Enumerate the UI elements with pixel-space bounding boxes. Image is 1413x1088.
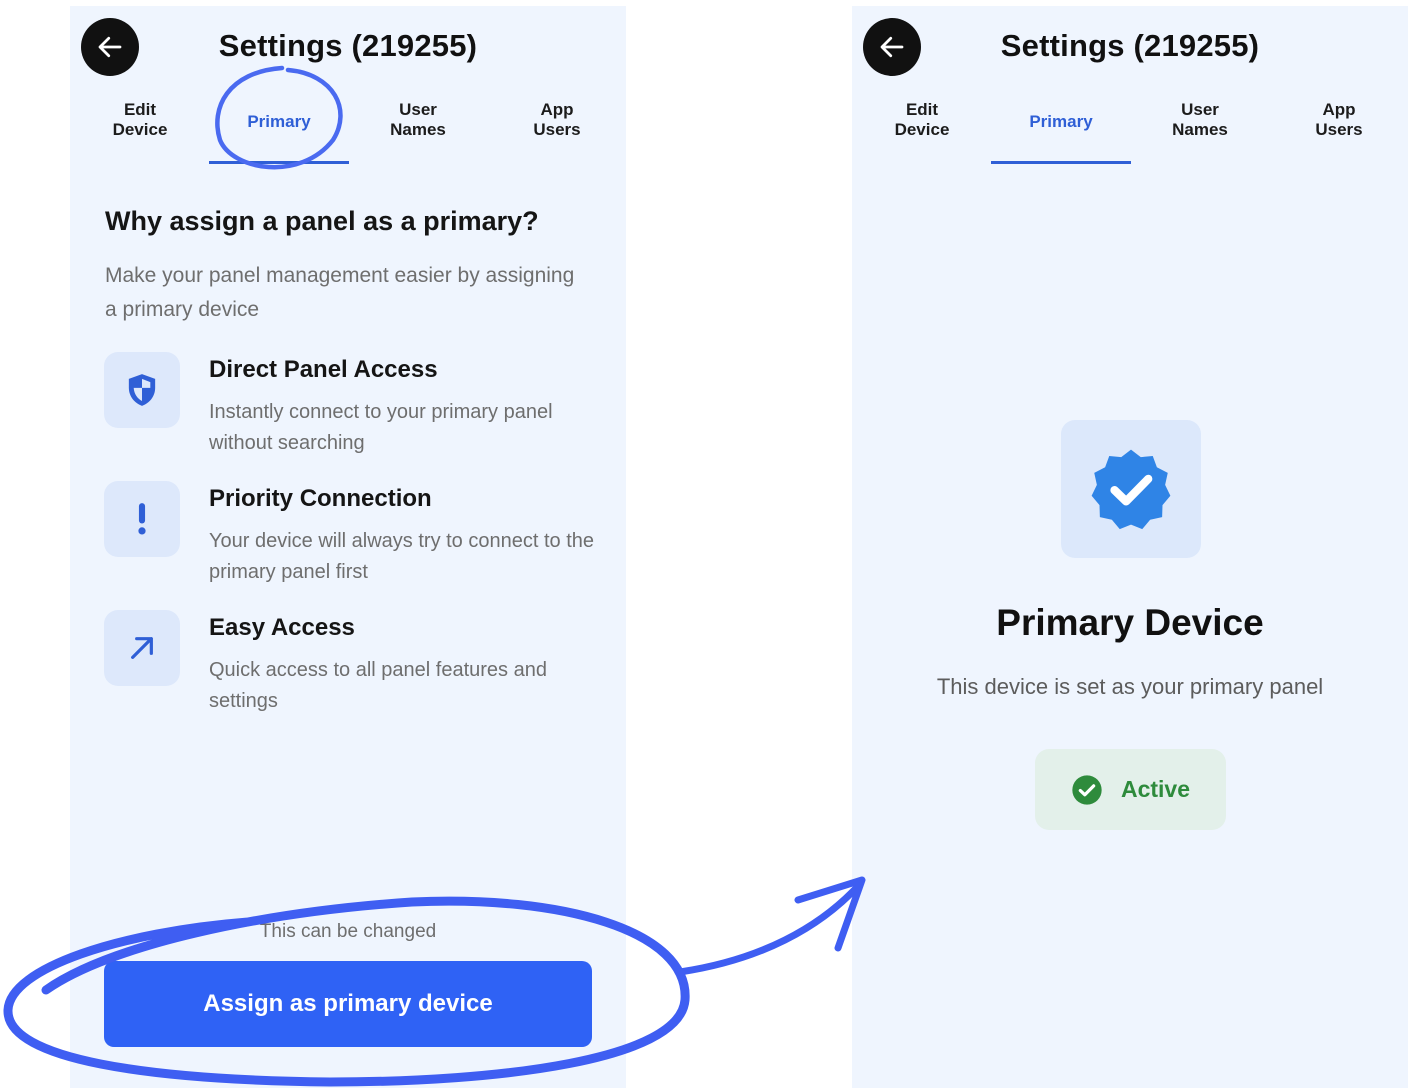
- tab-label: Edit: [123, 100, 157, 119]
- tab-label: Names: [390, 120, 446, 139]
- page-title: Settings (219255): [218, 28, 478, 63]
- tab-edit-device[interactable]: Edit Device: [70, 100, 210, 158]
- feature-priority-connection: Priority Connection Your device will alw…: [104, 481, 604, 591]
- check-circle-icon: [1072, 774, 1102, 805]
- transition-arrow: [676, 880, 864, 976]
- tab-user-names[interactable]: User Names: [1130, 100, 1270, 158]
- arrow-up-right-icon: [131, 637, 153, 659]
- tab-app-users[interactable]: App Users: [487, 100, 626, 158]
- tab-bar: Edit Device Primary User Names App Users: [70, 100, 626, 164]
- assign-primary-button[interactable]: Assign as primary device: [104, 961, 592, 1047]
- change-note: This can be changed: [259, 921, 437, 942]
- feature-direct-panel-access: Direct Panel Access Instantly connect to…: [104, 352, 604, 462]
- tab-label: Names: [1172, 120, 1228, 139]
- right-screen: Settings (219255) Edit Device Primary Us…: [852, 6, 1408, 1088]
- tab-label: Edit: [905, 100, 939, 119]
- tab-label: User: [1181, 100, 1219, 119]
- tab-label: Users: [533, 120, 581, 139]
- feature-title: Easy Access: [209, 614, 355, 641]
- primary-badge-box: [1061, 420, 1201, 558]
- feature-title: Direct Panel Access: [209, 356, 438, 383]
- left-screen: Settings (219255) Edit Device Primary Us…: [70, 6, 626, 1088]
- feature-easy-access: Easy Access Quick access to all panel fe…: [104, 610, 604, 720]
- section-heading: Why assign a panel as a primary?: [105, 206, 539, 236]
- status-label: Active: [1120, 776, 1191, 802]
- tab-label: Primary: [247, 112, 311, 131]
- tab-primary[interactable]: Primary: [209, 100, 349, 164]
- tab-label: App: [540, 100, 574, 119]
- tab-user-names[interactable]: User Names: [348, 100, 488, 158]
- verified-badge-icon: [1091, 449, 1171, 530]
- status-badge: Active: [1035, 749, 1226, 830]
- feature-icon-box: [104, 481, 180, 557]
- feature-icon-box: [104, 352, 180, 428]
- exclamation-icon: [138, 503, 146, 535]
- tab-label: Device: [112, 120, 168, 139]
- tab-label: Primary: [1029, 112, 1093, 131]
- primary-device-title: Primary Device: [996, 602, 1264, 643]
- tab-label: App: [1322, 100, 1356, 119]
- primary-device-subtitle: This device is set as your primary panel: [936, 674, 1324, 699]
- tab-app-users[interactable]: App Users: [1269, 100, 1408, 158]
- feature-description: Quick access to all panel features and s…: [209, 659, 547, 712]
- section-subheading: Make your panel management easier by ass…: [105, 264, 575, 321]
- tab-label: Device: [894, 120, 950, 139]
- feature-description: Your device will always try to connect t…: [209, 530, 595, 583]
- tab-edit-device[interactable]: Edit Device: [852, 100, 992, 158]
- tab-label: Users: [1315, 120, 1363, 139]
- feature-title: Priority Connection: [209, 485, 432, 512]
- tab-bar: Edit Device Primary User Names App Users: [852, 100, 1408, 164]
- feature-icon-box: [104, 610, 180, 686]
- feature-description: Instantly connect to your primary panel …: [209, 401, 553, 454]
- shield-icon: [128, 374, 156, 406]
- tab-primary[interactable]: Primary: [991, 100, 1131, 164]
- page-title: Settings (219255): [1000, 28, 1260, 63]
- tab-label: User: [399, 100, 437, 119]
